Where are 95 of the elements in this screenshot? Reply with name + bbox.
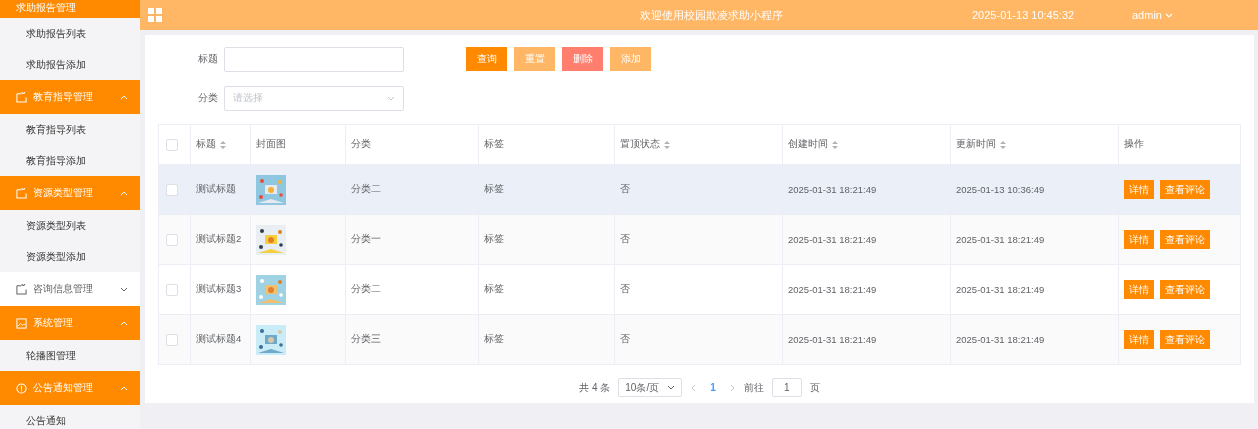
row-action-button[interactable]: 详情 [1124,280,1154,299]
chevron-up-icon [120,94,128,100]
table-cell: 2025-01-31 18:21:49 [956,234,1045,245]
table-cell: 标签 [484,233,504,244]
table-cell: 分类三 [351,333,381,344]
caret-icon [1164,12,1173,18]
chevron-down-icon [667,385,676,390]
prev-page-icon[interactable] [690,383,697,392]
checkbox[interactable] [166,233,178,246]
checkbox[interactable] [166,138,178,151]
field-label: 标题 [197,52,219,66]
table-cell: 否 [620,283,630,294]
table-cell: 2025-01-31 18:21:49 [956,284,1045,295]
table-cell: 分类二 [351,283,381,294]
row-action-button[interactable]: 详情 [1124,230,1154,249]
column-header: 封面图 [256,138,286,151]
chevron-up-icon [120,385,128,391]
sort-icon[interactable] [664,139,670,150]
column-header: 标签 [484,138,504,151]
column-header: 操作 [1124,138,1144,151]
input-field[interactable] [224,46,404,72]
sidebar-group-header[interactable]: 公告通知管理 [0,371,140,405]
row-action-button[interactable]: 查看评论 [1160,330,1210,349]
chevron-down-icon [120,286,128,292]
checkbox[interactable] [166,183,178,196]
table-cell: 测试标题2 [196,233,242,244]
page-size-select[interactable]: 10条/页 [618,378,683,397]
checkbox[interactable] [166,333,178,346]
app-title: 欢迎使用校园欺凌求助小程序 [640,7,784,23]
column-header: 分类 [351,138,371,151]
sidebar-group-header[interactable]: 系统管理 [0,306,140,340]
table-cell: 标签 [484,183,504,194]
sort-icon[interactable] [832,139,838,150]
table-cell: 2025-01-31 18:21:49 [788,284,877,295]
sidebar-item[interactable]: 教育指导列表 [0,114,140,145]
table-cell: 测试标题 [196,183,236,194]
table-cell: 分类一 [351,233,381,244]
page-number[interactable]: 1 [704,382,722,393]
table-cell: 2025-01-13 10:36:49 [956,184,1045,195]
column-header: 标题 [196,138,216,151]
table-cell: 否 [620,183,630,194]
next-page-icon[interactable] [729,383,736,392]
document-icon [16,187,27,199]
chevron-down-icon [387,95,395,101]
table-cell: 否 [620,333,630,344]
sort-icon[interactable] [1000,139,1006,150]
column-header: 置顶状态 [620,138,660,151]
grid-menu-icon[interactable] [148,8,162,22]
total-count: 共 4 条 [579,380,611,395]
page-input[interactable]: 1 [771,378,802,397]
document-icon [16,283,27,295]
user-menu[interactable]: admin [1132,9,1173,21]
table-cell: 标签 [484,283,504,294]
sidebar-item[interactable]: 公告通知 [0,405,140,429]
sidebar-group-header[interactable]: 资源类型管理 [0,176,140,210]
sidebar-group-header[interactable]: 咨询信息管理 [0,272,140,306]
row-action-button[interactable]: 查看评论 [1160,230,1210,249]
field-label: 分类 [197,91,219,105]
table-cell: 分类二 [351,183,381,194]
page-suffix: 页 [809,380,820,395]
action-button[interactable]: 删除 [562,47,603,71]
table-cell: 2025-01-31 18:21:49 [956,334,1045,345]
column-header: 更新时间 [956,138,996,151]
sidebar-item[interactable]: 资源类型添加 [0,241,140,272]
sidebar-item[interactable]: 求助报告列表 [0,18,140,49]
sidebar-group-header[interactable]: 教育指导管理 [0,80,140,114]
column-header: 创建时间 [788,138,828,151]
sort-icon[interactable] [220,139,226,150]
table-cell: 否 [620,233,630,244]
image-icon [16,317,27,329]
sidebar-item[interactable]: 求助报告添加 [0,49,140,80]
sidebar-item[interactable]: 资源类型列表 [0,210,140,241]
goto-label: 前往 [743,380,764,395]
table-cell: 2025-01-31 18:21:49 [788,184,877,195]
action-button[interactable]: 重置 [514,47,555,71]
table-cell: 标签 [484,333,504,344]
table-cell: 测试标题4 [196,333,242,344]
checkbox[interactable] [166,283,178,296]
info-icon [16,382,27,394]
action-button[interactable]: 查询 [466,47,507,71]
table-cell: 2025-01-31 18:21:49 [788,234,877,245]
sidebar-item[interactable]: 教育指导添加 [0,145,140,176]
chevron-up-icon [120,190,128,196]
row-action-button[interactable]: 查看评论 [1160,180,1210,199]
table-cell: 测试标题3 [196,283,242,294]
sidebar-group-header[interactable]: 求助报告管理 [0,0,140,18]
date-time: 2025-01-13 10:45:32 [972,9,1076,21]
action-button[interactable]: 添加 [610,47,651,71]
document-icon [16,91,27,103]
row-action-button[interactable]: 详情 [1124,330,1154,349]
table-cell: 2025-01-31 18:21:49 [788,334,877,345]
chevron-up-icon [120,320,128,326]
row-action-button[interactable]: 查看评论 [1160,280,1210,299]
sidebar-item[interactable]: 轮播图管理 [0,340,140,371]
row-action-button[interactable]: 详情 [1124,180,1154,199]
